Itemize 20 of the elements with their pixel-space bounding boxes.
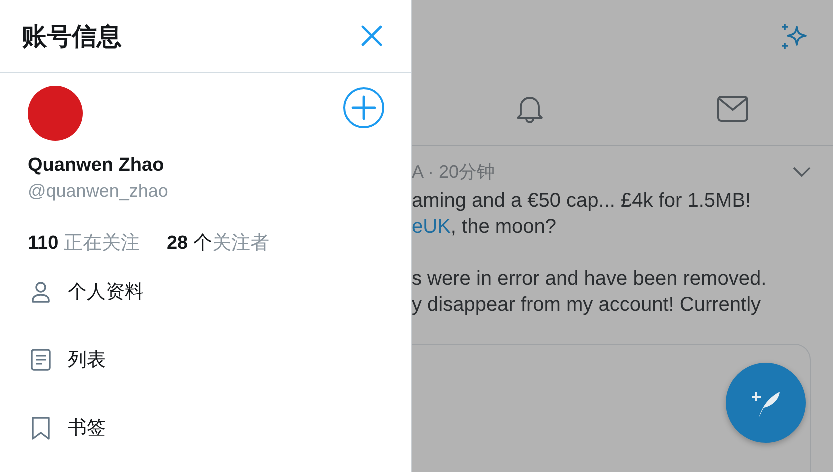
sparkle-icon[interactable] [779,22,809,52]
menu-item[interactable]: 书签 [31,412,411,444]
person-icon [31,280,51,304]
compose-button[interactable] [726,363,806,443]
tweet-text: aming and a €50 cap... £4k for 1.5MB! eUK, the moon? [412,189,752,240]
list-icon [31,348,51,372]
add-account-icon[interactable] [343,87,385,129]
drawer-title: 账号信息 [22,22,122,52]
menu-item[interactable]: 列表 [31,344,411,376]
chevron-down-icon[interactable] [793,167,811,177]
follow-stat-link[interactable]: 28 个关注者 [166,230,270,256]
tweet-meta: A · 20分钟 [412,161,496,184]
bookmark-icon [31,416,51,440]
user-handle: @quanwen_zhao [28,181,170,202]
tweet-text: s were in error and have been removed. y disappear from my account! Currently [412,267,768,318]
display-name: Quanwen Zhao [28,155,166,177]
mail-icon[interactable] [716,94,749,124]
menu-item[interactable]: 个人资料 [31,276,411,308]
close-icon[interactable] [361,25,383,47]
follow-stat-link[interactable]: 110 正在关注 [28,230,140,256]
